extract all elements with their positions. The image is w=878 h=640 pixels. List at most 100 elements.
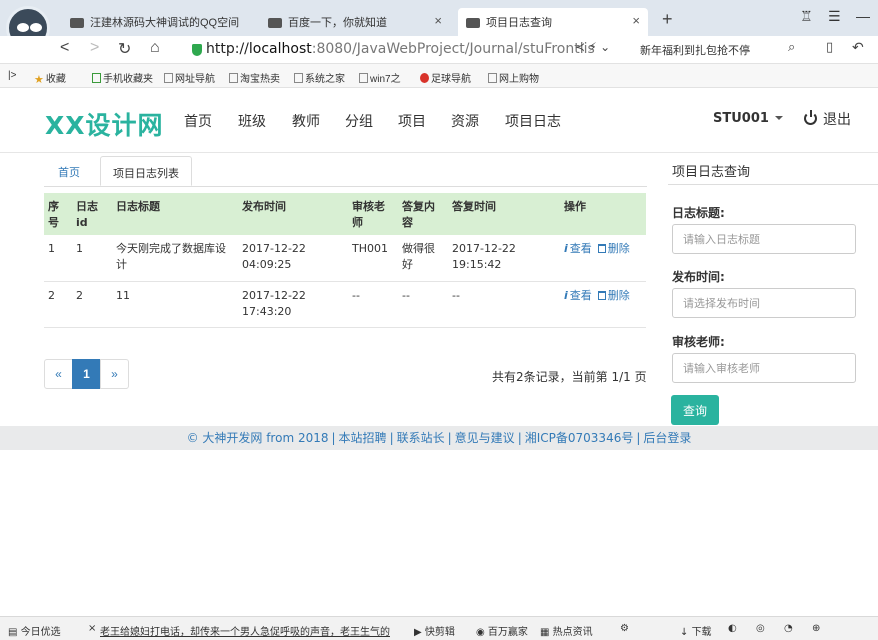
- cell-teacher: --: [348, 281, 398, 328]
- tab-log-list[interactable]: 项目日志列表: [100, 156, 192, 186]
- news-ticker-text[interactable]: 老王给媳妇打电话，却传来一个男人急促呼吸的声音，老王生气的: [100, 623, 410, 638]
- sound-icon[interactable]: ◔: [784, 623, 793, 634]
- table-header-row: 序号 日志id 日志标题 发布时间 审核老师 答复内容 答复时间 操作: [44, 193, 646, 235]
- browser-tab-active[interactable]: 项目日志查询 ×: [458, 8, 648, 36]
- forward-icon[interactable]: >: [90, 39, 99, 57]
- table-row: 2 2 11 2017-12-22 17:43:20 -- -- -- i 查看删…: [44, 281, 646, 328]
- footer-admin-login[interactable]: 后台登录: [643, 431, 691, 445]
- footer-link[interactable]: 意见与建议: [455, 431, 515, 445]
- bookmark-item[interactable]: win7之: [359, 70, 401, 85]
- cell-id: 2: [72, 281, 112, 328]
- address-bar[interactable]: http://localhost:8080/JavaWebProject/Jou…: [190, 39, 630, 61]
- next-page-button[interactable]: »: [100, 359, 129, 389]
- back-icon[interactable]: <: [60, 39, 69, 57]
- menu-icon[interactable]: ☰: [828, 8, 841, 25]
- view-link[interactable]: i 查看: [564, 289, 592, 302]
- user-dropdown[interactable]: STU001: [713, 111, 783, 126]
- bookmark-item[interactable]: 淘宝热卖: [229, 70, 280, 85]
- sound-icon[interactable]: ◐: [728, 623, 737, 634]
- delete-link[interactable]: 删除: [592, 289, 630, 302]
- bookmarks-toggle-icon[interactable]: |>: [8, 70, 16, 81]
- status-item[interactable]: ▦ 热点资讯: [540, 623, 593, 638]
- column-header: 日志标题: [116, 200, 160, 213]
- nav-project[interactable]: 项目: [398, 111, 426, 131]
- footer-copyright[interactable]: © 大神开发网 from 2018: [187, 431, 329, 445]
- nav-class[interactable]: 班级: [238, 111, 266, 131]
- search-icon[interactable]: ⌕: [788, 39, 795, 55]
- page-icon: [164, 73, 173, 83]
- undo-icon[interactable]: ↶: [852, 39, 864, 56]
- browser-tab[interactable]: 百度一下，你就知道 ×: [260, 8, 450, 36]
- delete-link[interactable]: 删除: [592, 242, 630, 255]
- footer-link[interactable]: 联系站长: [397, 431, 445, 445]
- bookmark-item[interactable]: 网址导航: [164, 70, 215, 85]
- query-button[interactable]: 查询: [671, 395, 719, 425]
- site-brand[interactable]: XX设计网: [45, 106, 164, 142]
- logout-link[interactable]: 退出: [804, 109, 851, 129]
- cell-seq: 1: [44, 235, 72, 282]
- new-tab-icon[interactable]: +: [662, 9, 673, 30]
- status-item[interactable]: ▶ 快剪辑: [414, 623, 455, 638]
- settings-icon[interactable]: ⚙: [620, 623, 629, 634]
- cell-title: 今天刚完成了数据库设计: [112, 235, 238, 282]
- nav-resource[interactable]: 资源: [451, 111, 479, 131]
- bookmark-item[interactable]: 系统之家: [294, 70, 345, 85]
- column-header: 序号: [48, 200, 59, 229]
- star-icon: ★: [34, 74, 44, 86]
- browser-tab[interactable]: 汪建林源码大神调试的QQ空间: [62, 8, 252, 36]
- column-header: 日志id: [76, 200, 98, 229]
- home-icon[interactable]: ⌂: [150, 39, 160, 57]
- status-item[interactable]: ◉ 百万赢家: [476, 623, 528, 638]
- log-title-input[interactable]: [672, 224, 856, 254]
- cell-actions: i 查看 删除: [560, 281, 646, 328]
- zoom-icon[interactable]: ⊕: [812, 623, 820, 634]
- tab-close-icon[interactable]: ×: [632, 13, 640, 28]
- page-icon: [294, 73, 303, 83]
- trash-icon: [597, 290, 606, 300]
- info-icon: i: [564, 288, 568, 302]
- tab-home[interactable]: 首页: [46, 156, 92, 186]
- nav-group[interactable]: 分组: [345, 111, 373, 131]
- teacher-label: 审核老师:: [672, 335, 725, 349]
- nav-home[interactable]: 首页: [184, 111, 212, 131]
- shirt-skin-icon[interactable]: ♖: [800, 8, 813, 25]
- tab-close-icon[interactable]: ×: [434, 13, 442, 28]
- teacher-input[interactable]: [672, 353, 856, 383]
- footer-link[interactable]: 本站招聘: [339, 431, 387, 445]
- view-link[interactable]: i 查看: [564, 242, 592, 255]
- bookmark-item[interactable]: 网上购物: [488, 70, 539, 85]
- daily-picks[interactable]: ▤ 今日优选: [8, 623, 61, 638]
- nav-teacher[interactable]: 教师: [292, 111, 320, 131]
- bookmark-item[interactable]: 手机收藏夹: [92, 70, 153, 85]
- phone-icon: [92, 73, 101, 83]
- share-icon[interactable]: ≺ ⚡ ⌄: [575, 40, 610, 54]
- mobile-icon[interactable]: ▯: [826, 39, 833, 55]
- prev-page-button[interactable]: «: [44, 359, 73, 389]
- minimize-icon[interactable]: —: [856, 8, 870, 24]
- download-icon: ↓: [680, 627, 692, 638]
- page-icon: [359, 73, 368, 83]
- bookmark-item[interactable]: 足球导航: [420, 70, 471, 85]
- trash-icon: [597, 244, 606, 253]
- bookmark-item[interactable]: ★ 收藏: [34, 70, 66, 86]
- tab-title: 百度一下，你就知道: [288, 17, 387, 29]
- table-row: 1 1 今天刚完成了数据库设计 2017-12-22 04:09:25 TH00…: [44, 235, 646, 282]
- footer-icp[interactable]: 湘ICP备0703346号: [525, 431, 634, 445]
- cell-teacher: TH001: [348, 235, 398, 282]
- address-path: :8080/JavaWebProject/Journal/stuFrontlis: [311, 41, 595, 57]
- nav-project-log[interactable]: 项目日志: [505, 111, 561, 131]
- reload-icon[interactable]: ↻: [118, 39, 131, 59]
- column-header: 答复时间: [452, 200, 496, 213]
- news-ticker[interactable]: 新年福利到扎包抢不停: [640, 42, 750, 58]
- tab-favicon-icon: [268, 18, 282, 29]
- page-icon: [229, 73, 238, 83]
- logout-label: 退出: [823, 112, 851, 128]
- page-1-button[interactable]: 1: [72, 359, 101, 389]
- browser-icon[interactable]: ◎: [756, 623, 765, 634]
- cell-actions: i 查看 删除: [560, 235, 646, 282]
- log-table: 序号 日志id 日志标题 发布时间 审核老师 答复内容 答复时间 操作 1 1 …: [44, 193, 646, 328]
- video-icon: ▶: [414, 627, 425, 638]
- status-item[interactable]: ↓ 下载: [680, 623, 712, 638]
- publish-time-input[interactable]: [672, 288, 856, 318]
- ticker-close-icon[interactable]: ×: [88, 623, 96, 634]
